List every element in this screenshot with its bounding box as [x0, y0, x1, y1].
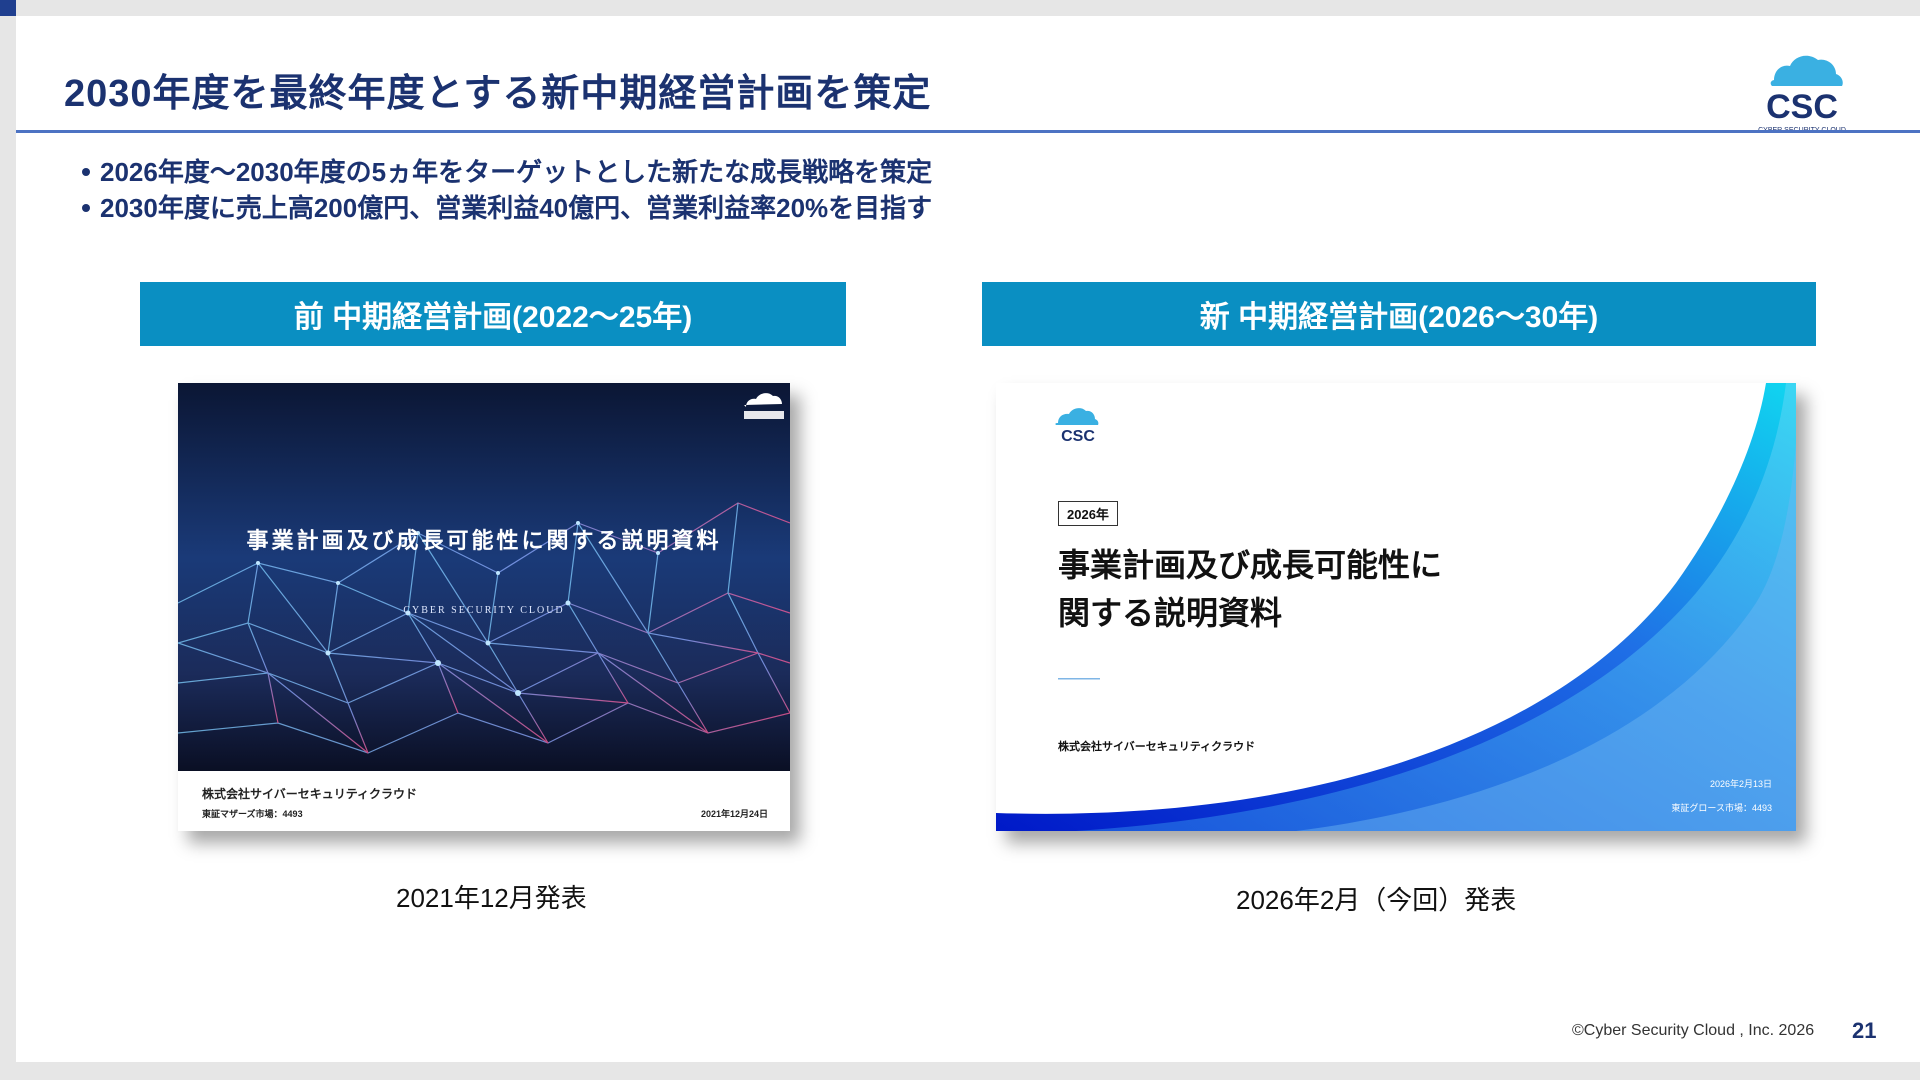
bullet-item: 2030年度に売上高200億円、営業利益40億円、営業利益率20%を目指す — [64, 190, 932, 226]
csc-logo: CSC CYBER SECURITY CLOUD — [1758, 55, 1846, 134]
prev-cover-company: 株式会社サイバーセキュリティクラウド — [202, 787, 418, 801]
page-title: 2030年度を最終年度とする新中期経営計画を策定 — [64, 73, 932, 115]
prev-cover-date: 2021年12月24日 — [700, 809, 768, 819]
new-cover-market: 東証グロース市場：4493 — [1671, 803, 1772, 813]
bullet-dot — [82, 204, 90, 212]
new-plan-header: 新 中期経営計画(2026～30年) — [982, 282, 1816, 346]
bullet-text: 2026年度～2030年度の5ヵ年をターゲットとした新たな成長戦略を策定 — [100, 157, 933, 187]
logo-text: CSC — [1766, 88, 1838, 126]
page-number: 21 — [1852, 1018, 1877, 1043]
new-plan-cover: CSC 2026年 事業計画及び成長可能性に 関する説明資料 株式会社サイバーセ… — [996, 383, 1796, 831]
prev-plan-caption: 2021年12月発表 — [396, 883, 587, 913]
bullet-text: 2030年度に売上高200億円、営業利益40億円、営業利益率20%を目指す — [100, 193, 933, 223]
new-cover-title: 事業計画及び成長可能性に 関する説明資料 — [1058, 541, 1442, 637]
prev-cover-title: 事業計画及び成長可能性に関する説明資料 — [246, 528, 722, 553]
network-image — [178, 383, 790, 771]
corner-marker — [0, 0, 16, 16]
bullet-list: 2026年度～2030年度の5ヵ年をターゲットとした新たな成長戦略を策定 203… — [64, 154, 932, 226]
copyright-footer: ©Cyber Security Cloud , Inc. 2026 — [1572, 1022, 1815, 1039]
title-rule — [16, 130, 1920, 133]
new-cover-year-badge: 2026年 — [1058, 501, 1118, 526]
prev-plan-header: 前 中期経営計画(2022～25年) — [140, 282, 846, 346]
prev-plan-cover: 事業計画及び成長可能性に関する説明資料 CYBER SECURITY CLOUD… — [178, 383, 790, 831]
slide: 2030年度を最終年度とする新中期経営計画を策定 CSC CYBER SECUR… — [16, 16, 1920, 1062]
bullet-dot — [82, 168, 90, 176]
new-cover-title-line1: 事業計画及び成長可能性に — [1058, 547, 1443, 583]
prev-cover-subtitle: CYBER SECURITY CLOUD — [403, 605, 565, 616]
new-cover-title-line2: 関する説明資料 — [1058, 595, 1283, 631]
bullet-item: 2026年度～2030年度の5ヵ年をターゲットとした新たな成長戦略を策定 — [64, 154, 932, 190]
new-cover-company: 株式会社サイバーセキュリティクラウド — [1058, 741, 1256, 753]
new-cover-logo-text: CSC — [1061, 428, 1095, 445]
new-cover-date: 2026年2月13日 — [1709, 779, 1772, 789]
prev-cover-market: 東証マザーズ市場：4493 — [202, 809, 303, 819]
new-plan-caption: 2026年2月（今回）発表 — [1236, 885, 1517, 915]
